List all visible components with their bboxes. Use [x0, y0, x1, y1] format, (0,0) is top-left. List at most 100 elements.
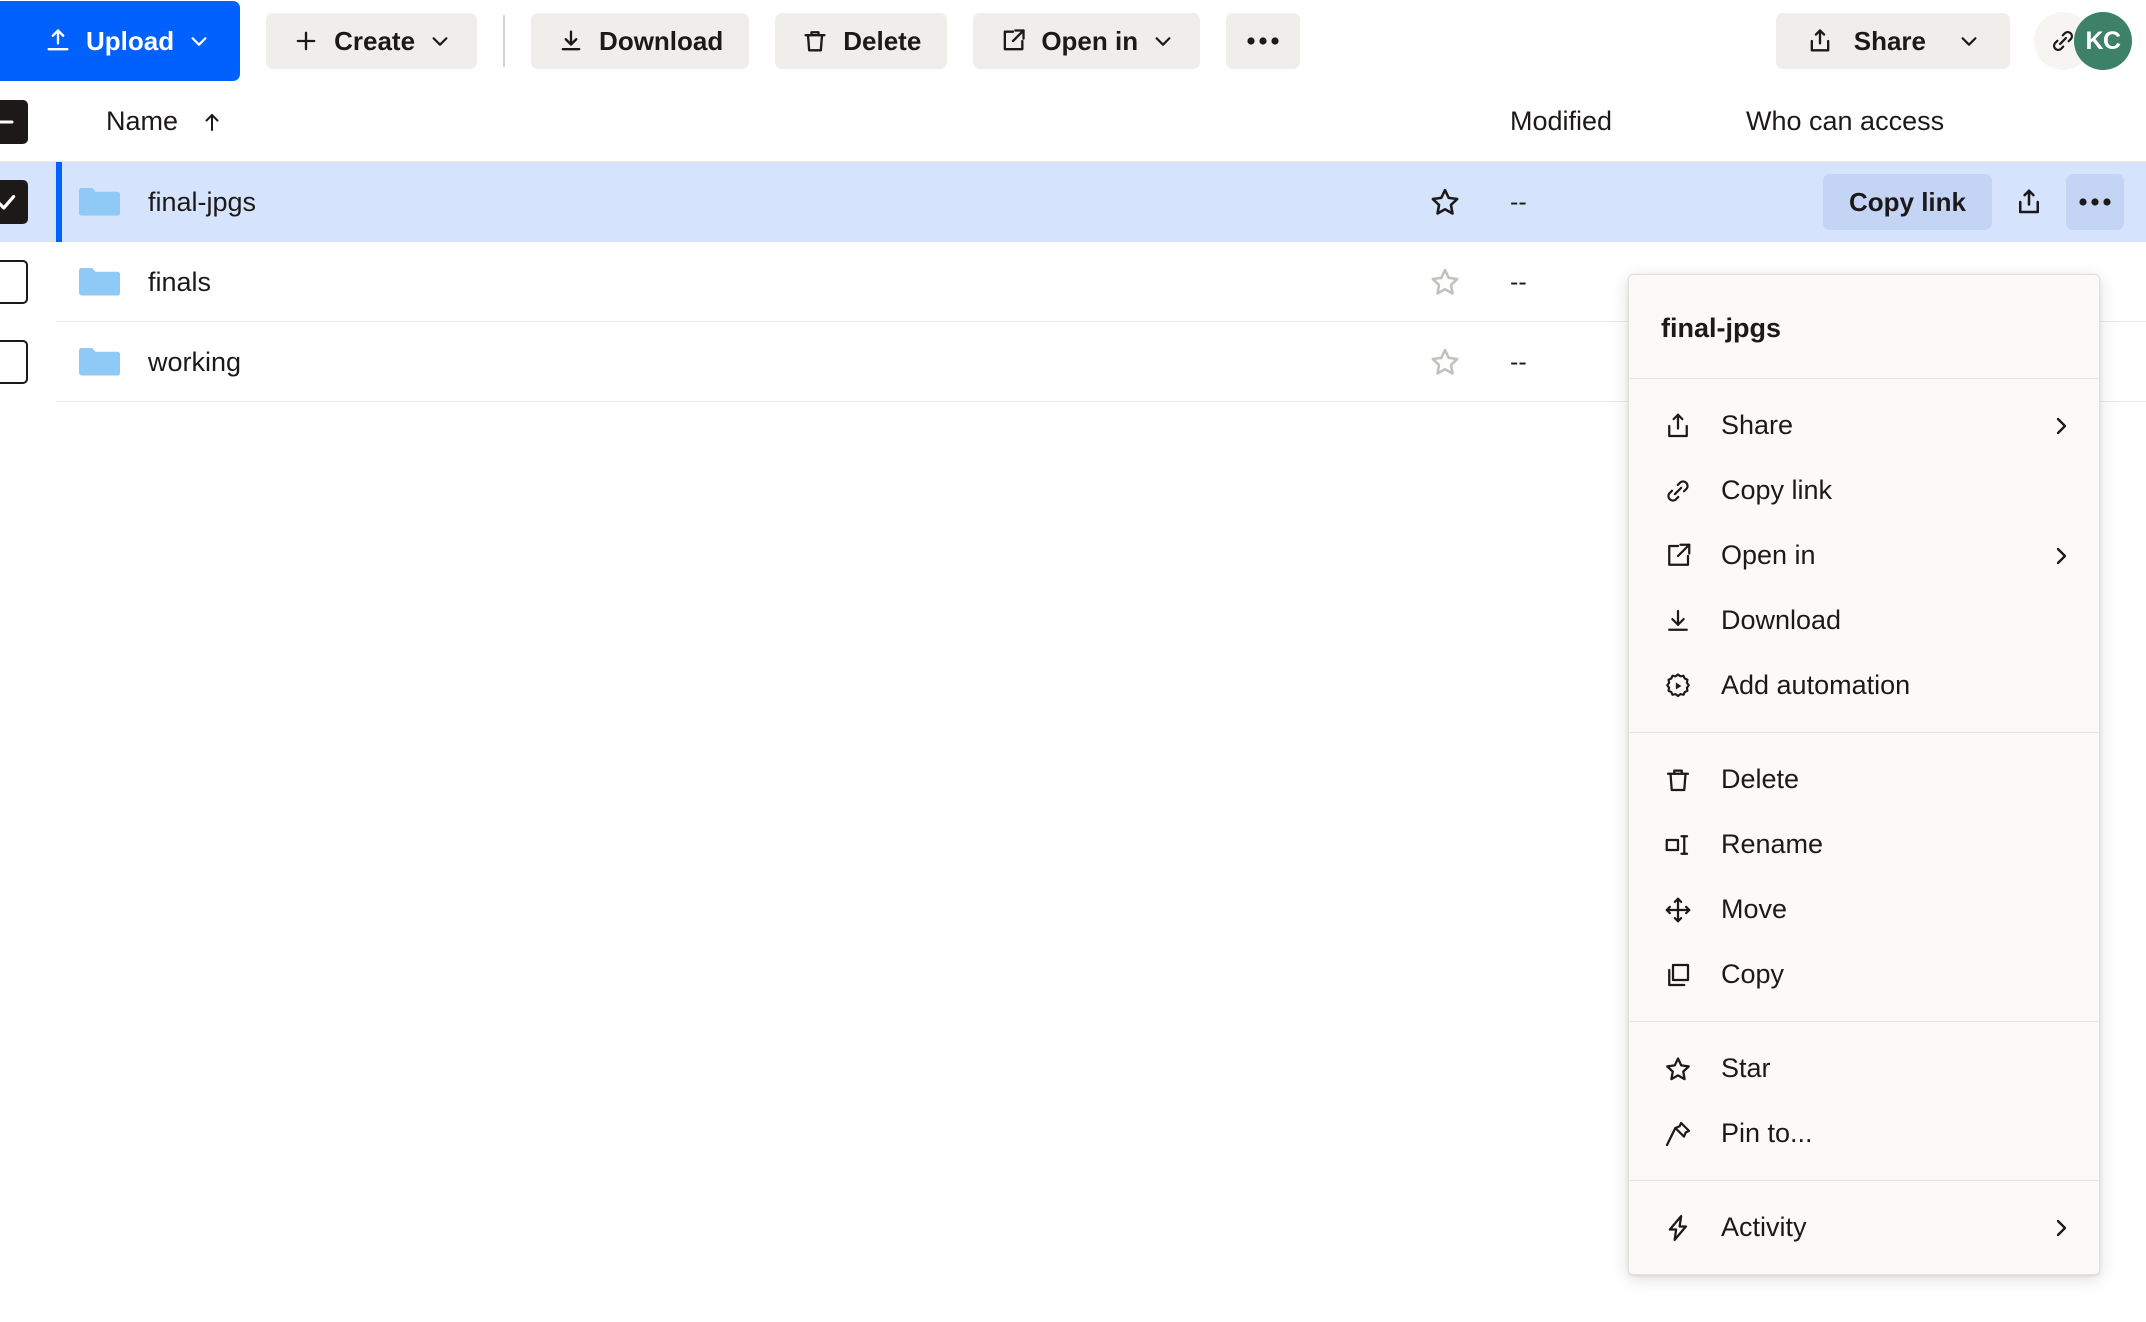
select-all-cell [0, 100, 56, 144]
menu-item-star[interactable]: Star [1629, 1036, 2099, 1101]
menu-item-pin-to[interactable]: Pin to... [1629, 1101, 2099, 1166]
move-arrows-icon [1661, 895, 1695, 925]
menu-item-label: Add automation [1721, 670, 1910, 701]
column-header-modified[interactable]: Modified [1490, 106, 1726, 137]
checkmark-icon [0, 189, 19, 215]
menu-item-label: Open in [1721, 540, 1816, 571]
trash-icon [801, 27, 829, 55]
trash-icon [1661, 765, 1695, 795]
context-menu-group: Activity [1629, 1181, 2099, 1274]
menu-item-add-automation[interactable]: Add automation [1629, 653, 2099, 718]
select-all-checkbox[interactable] [0, 100, 28, 144]
menu-item-label: Pin to... [1721, 1118, 1813, 1149]
avatar-initials: KC [2085, 27, 2120, 56]
upload-label: Upload [86, 26, 174, 57]
copy-icon [1661, 960, 1695, 990]
menu-item-rename[interactable]: Rename [1629, 812, 2099, 877]
upload-icon [44, 27, 72, 55]
context-menu: final-jpgs Share Copy link [1628, 274, 2100, 1275]
create-button[interactable]: Create [266, 13, 477, 69]
row-name-cell[interactable]: working [56, 344, 1400, 380]
share-icon [1661, 411, 1695, 441]
context-menu-group: Share Copy link Open in [1629, 379, 2099, 732]
table-row[interactable]: final-jpgs -- Copy link [0, 162, 2146, 242]
share-icon [1806, 27, 1834, 55]
chevron-down-icon [1958, 30, 1980, 52]
row-selection-indicator [56, 162, 62, 242]
row-modified-label: -- [1510, 268, 1527, 296]
open-in-button[interactable]: Open in [973, 13, 1200, 69]
main-toolbar: Upload Create Download Delete [0, 0, 2146, 82]
delete-button[interactable]: Delete [775, 13, 947, 69]
ellipsis-icon [1246, 35, 1280, 47]
row-share-button[interactable] [2000, 174, 2058, 230]
row-checkbox-cell [0, 180, 56, 224]
share-icon [2014, 187, 2044, 217]
download-label: Download [599, 26, 723, 57]
row-name-cell[interactable]: final-jpgs [56, 184, 1400, 220]
row-name-label: working [148, 347, 241, 378]
folder-icon [78, 264, 120, 300]
download-icon [557, 27, 585, 55]
user-avatar[interactable]: KC [2074, 12, 2132, 70]
row-star-button[interactable] [1400, 345, 1490, 379]
link-icon [2049, 27, 2077, 55]
chevron-down-icon [188, 30, 210, 52]
row-name-label: finals [148, 267, 211, 298]
row-modified-cell: -- [1490, 188, 1726, 217]
row-checkbox-cell [0, 260, 56, 304]
row-checkbox[interactable] [0, 340, 28, 384]
plus-icon [292, 27, 320, 55]
row-more-button[interactable] [2066, 174, 2124, 230]
menu-item-label: Download [1721, 605, 1841, 636]
menu-item-move[interactable]: Move [1629, 877, 2099, 942]
row-modified-label: -- [1510, 348, 1527, 376]
toolbar-more-button[interactable] [1226, 13, 1300, 69]
share-label: Share [1854, 26, 1926, 57]
share-button-wrapper: Share [1776, 13, 2010, 69]
menu-item-label: Rename [1721, 829, 1823, 860]
share-button[interactable]: Share [1776, 13, 2010, 69]
menu-item-share[interactable]: Share [1629, 393, 2099, 458]
rename-icon [1661, 830, 1695, 860]
row-checkbox[interactable] [0, 180, 28, 224]
menu-item-label: Copy link [1721, 475, 1832, 506]
menu-item-open-in[interactable]: Open in [1629, 523, 2099, 588]
create-label: Create [334, 26, 415, 57]
column-header-name[interactable]: Name [56, 106, 1400, 137]
menu-item-copy-link[interactable]: Copy link [1629, 458, 2099, 523]
menu-item-download[interactable]: Download [1629, 588, 2099, 653]
chevron-right-icon [2049, 544, 2073, 568]
pin-icon [1661, 1119, 1695, 1149]
menu-item-label: Delete [1721, 764, 1799, 795]
upload-button[interactable]: Upload [0, 1, 240, 81]
sort-ascending-arrow-icon [200, 110, 224, 134]
download-button[interactable]: Download [531, 13, 749, 69]
row-copy-link-button[interactable]: Copy link [1823, 174, 1992, 230]
folder-icon [78, 184, 120, 220]
menu-item-copy[interactable]: Copy [1629, 942, 2099, 1007]
open-in-label: Open in [1041, 26, 1138, 57]
row-name-label: final-jpgs [148, 187, 256, 218]
row-star-button[interactable] [1400, 265, 1490, 299]
column-header-who-can-access[interactable]: Who can access [1726, 106, 2146, 137]
menu-item-delete[interactable]: Delete [1629, 747, 2099, 812]
context-menu-group: Delete Rename Move [1629, 733, 2099, 1021]
row-star-button[interactable] [1400, 185, 1490, 219]
menu-item-label: Move [1721, 894, 1787, 925]
row-checkbox-cell [0, 340, 56, 384]
star-icon [1428, 185, 1462, 219]
star-icon [1428, 345, 1462, 379]
chevron-down-icon [429, 30, 451, 52]
row-action-buttons: Copy link [1823, 162, 2124, 242]
menu-item-activity[interactable]: Activity [1629, 1195, 2099, 1260]
external-link-icon [1661, 541, 1695, 571]
folder-icon [78, 344, 120, 380]
delete-label: Delete [843, 26, 921, 57]
lightning-icon [1661, 1213, 1695, 1243]
download-icon [1661, 606, 1695, 636]
row-name-cell[interactable]: finals [56, 264, 1400, 300]
row-checkbox[interactable] [0, 260, 28, 304]
menu-item-label: Copy [1721, 959, 1784, 990]
chevron-right-icon [2049, 1216, 2073, 1240]
